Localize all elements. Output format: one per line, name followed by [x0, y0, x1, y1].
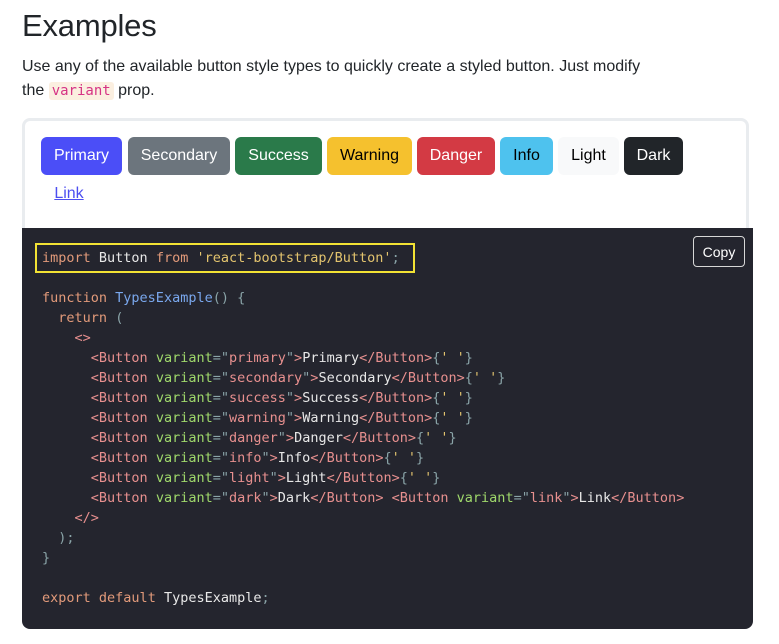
secondary-button[interactable]: Secondary	[128, 137, 230, 175]
code-line: <Button variant="light">Light</Button>{'…	[90, 470, 441, 486]
light-button[interactable]: Light	[558, 137, 619, 175]
code-block: import Button from 'react-bootstrap/Butt…	[22, 228, 753, 629]
code-line: );	[58, 530, 75, 546]
danger-button[interactable]: Danger	[417, 137, 495, 175]
dark-button[interactable]: Dark	[624, 137, 683, 175]
code-line: function TypesExample() {	[42, 290, 246, 306]
code-line: import Button from 'react-bootstrap/Butt…	[42, 250, 400, 266]
copy-button[interactable]: Copy	[693, 236, 745, 267]
success-button[interactable]: Success	[235, 137, 322, 175]
description-text-after: prop.	[113, 82, 155, 99]
code-line: <Button variant="secondary">Secondary</B…	[90, 370, 506, 386]
code-line: return (	[58, 310, 124, 326]
page-title: Examples	[22, 8, 157, 43]
code-line: <Button variant="primary">Primary</Butto…	[90, 350, 473, 366]
code-listing: import Button from 'react-bootstrap/Butt…	[42, 248, 684, 608]
info-button[interactable]: Info	[500, 137, 553, 175]
code-line: </>	[74, 510, 99, 526]
code-line: }	[42, 550, 51, 566]
section-description: Use any of the available button style ty…	[22, 55, 662, 103]
primary-button[interactable]: Primary	[41, 137, 122, 175]
inline-code-variant: variant	[48, 82, 114, 100]
example-preview: Primary Secondary Success Warning Danger…	[22, 118, 749, 228]
code-line: <Button variant="danger">Danger</Button>…	[90, 430, 457, 446]
warning-button[interactable]: Warning	[327, 137, 412, 175]
link-button[interactable]: Link	[41, 175, 97, 213]
code-line: <>	[74, 330, 91, 346]
code-line: <Button variant="dark">Dark</Button> <Bu…	[90, 490, 685, 506]
docs-page: Examples Use any of the available button…	[0, 0, 779, 644]
code-line: <Button variant="warning">Warning</Butto…	[90, 410, 473, 426]
code-line: export default TypesExample;	[42, 590, 270, 606]
code-line: <Button variant="success">Success</Butto…	[90, 390, 473, 406]
code-line: <Button variant="info">Info</Button>{' '…	[90, 450, 425, 466]
